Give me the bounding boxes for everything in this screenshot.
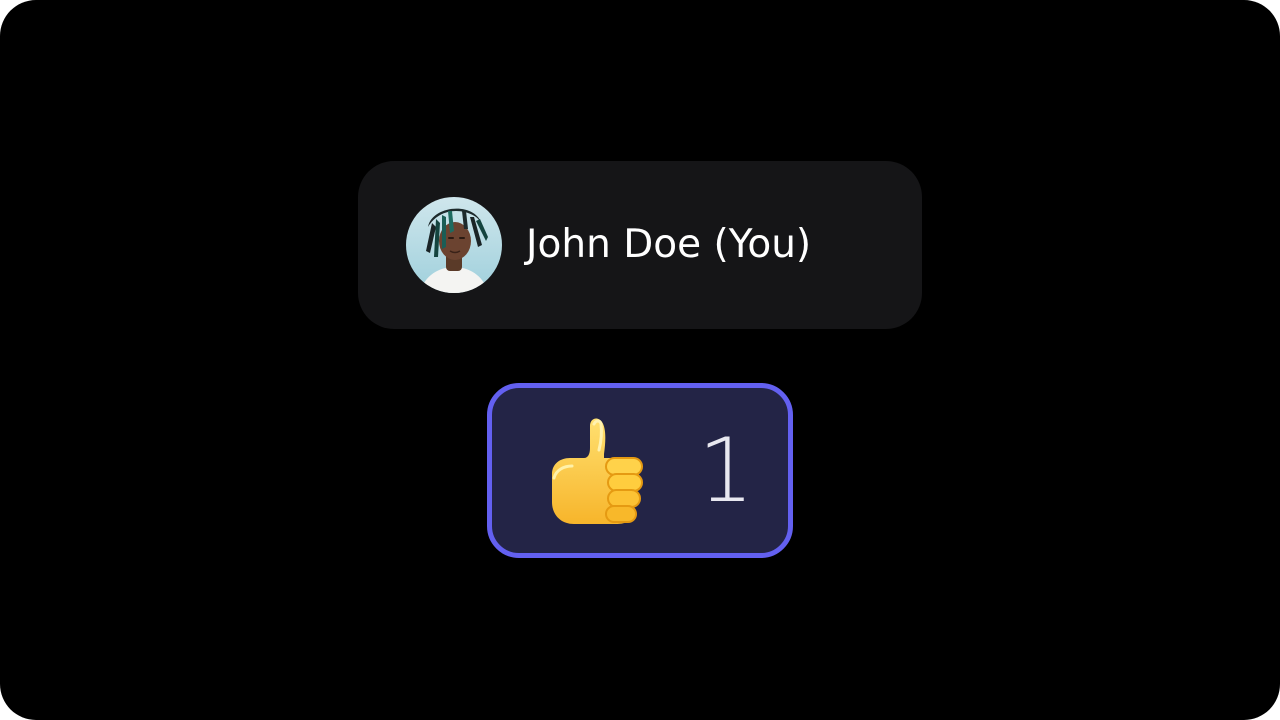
participant-card: John Doe (You) — [358, 161, 922, 329]
screen: John Doe (You) 1 — [0, 0, 1280, 720]
avatar-photo-icon — [406, 197, 502, 293]
reaction-count: 1 — [698, 419, 754, 522]
participant-name: John Doe (You) — [526, 222, 812, 267]
avatar — [406, 197, 502, 293]
thumbs-up-reaction-button[interactable]: 1 — [487, 383, 793, 558]
thumbs-up-icon — [544, 414, 650, 526]
